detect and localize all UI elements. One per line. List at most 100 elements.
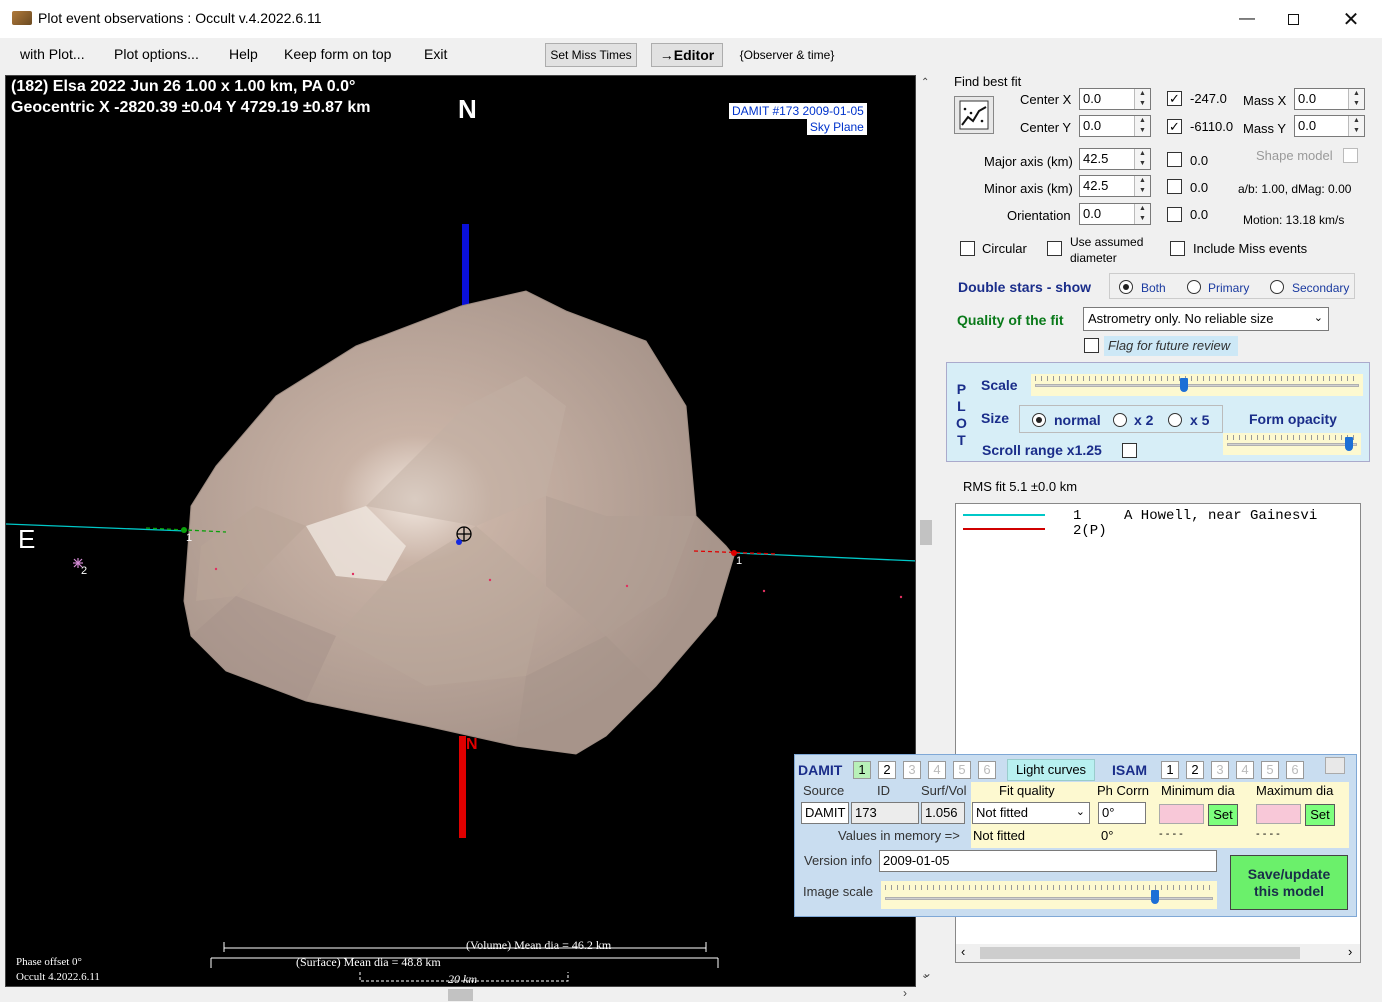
menu-help[interactable]: Help xyxy=(229,46,258,62)
plot-horizontal-scrollbar[interactable]: › xyxy=(5,986,916,1002)
ph-corrn-field[interactable]: 0° xyxy=(1098,802,1146,824)
set-miss-times-button[interactable]: Set Miss Times xyxy=(545,43,637,67)
quality-dropdown[interactable]: Astrometry only. No reliable size ⌄ xyxy=(1083,307,1329,331)
editor-button[interactable]: →Editor xyxy=(651,43,723,67)
max-dia-field[interactable] xyxy=(1256,804,1301,824)
observer-1-color xyxy=(963,514,1045,516)
isam-model-5[interactable]: 5 xyxy=(1261,761,1279,779)
major-axis-checkbox[interactable] xyxy=(1167,152,1182,167)
scale-label: Scale xyxy=(981,377,1018,393)
radio-x2[interactable] xyxy=(1113,413,1127,427)
radio-x2-label: x 2 xyxy=(1134,412,1154,428)
min-dia-field[interactable] xyxy=(1159,804,1204,824)
radio-normal[interactable] xyxy=(1032,413,1046,427)
occult-version: Occult 4.2022.6.11 xyxy=(16,971,100,983)
chart-icon xyxy=(959,100,989,130)
form-opacity-slider-thumb[interactable] xyxy=(1345,437,1353,451)
damit-panel-toggle[interactable] xyxy=(1325,757,1345,774)
find-best-fit-button[interactable] xyxy=(954,96,994,134)
volume-mean-dia: (Volume) Mean dia = 46.2 km xyxy=(466,938,612,952)
scroll-right-icon[interactable]: › xyxy=(1348,944,1352,959)
minor-axis-checkbox[interactable] xyxy=(1167,179,1182,194)
radio-primary[interactable] xyxy=(1187,280,1201,294)
form-opacity-slider[interactable] xyxy=(1223,433,1361,455)
center-y-field[interactable]: 0.0 ▲ ▼ xyxy=(1079,115,1151,137)
isam-model-4[interactable]: 4 xyxy=(1236,761,1254,779)
isam-model-3[interactable]: 3 xyxy=(1211,761,1229,779)
include-miss-label: Include Miss events xyxy=(1193,241,1308,256)
light-curves-button[interactable]: Light curves xyxy=(1007,759,1095,781)
damit-model-4[interactable]: 4 xyxy=(928,761,946,779)
list-horizontal-scrollbar[interactable]: ‹ › xyxy=(956,944,1360,962)
isam-model-2[interactable]: 2 xyxy=(1186,761,1204,779)
minor-axis-fit-value: 0.0 xyxy=(1190,180,1209,195)
orientation-field[interactable]: 0.0 ▲ ▼ xyxy=(1079,203,1151,225)
save-update-model-button[interactable]: Save/update this model xyxy=(1230,855,1348,910)
plot-header-line2: Geocentric X -2820.39 ±0.04 Y 4729.19 ±0… xyxy=(11,99,371,116)
image-scale-slider[interactable] xyxy=(881,881,1217,909)
damit-model-2[interactable]: 2 xyxy=(878,761,896,779)
orientation-checkbox[interactable] xyxy=(1167,207,1182,222)
scroll-left-icon[interactable]: ‹ xyxy=(961,944,965,959)
plot-header-line1: (182) Elsa 2022 Jun 26 1.00 x 1.00 km, P… xyxy=(11,78,356,95)
minimize-button[interactable]: — xyxy=(1224,0,1270,38)
shape-model-checkbox[interactable] xyxy=(1343,148,1358,163)
orientation-fit-value: 0.0 xyxy=(1190,207,1209,222)
radio-both[interactable] xyxy=(1119,280,1133,294)
close-button[interactable]: ✕ xyxy=(1328,0,1374,38)
damit-model-6[interactable]: 6 xyxy=(978,761,996,779)
version-info-field[interactable]: 2009-01-05 xyxy=(879,850,1217,872)
scroll-range-checkbox[interactable] xyxy=(1122,443,1137,458)
max-dia-set-button[interactable]: Set xyxy=(1305,804,1335,826)
image-scale-slider-thumb[interactable] xyxy=(1151,890,1159,904)
surfvol-field[interactable]: 1.056 xyxy=(921,802,965,824)
flag-review-checkbox[interactable] xyxy=(1084,338,1099,353)
use-assumed-checkbox[interactable] xyxy=(1047,241,1062,256)
damit-model-5[interactable]: 5 xyxy=(953,761,971,779)
center-x-field[interactable]: 0.0 ▲ ▼ xyxy=(1079,88,1151,110)
damit-sky-plane-label: DAMIT #173 2009-01-05 Sky Plane xyxy=(729,103,867,135)
fit-quality-dropdown[interactable]: Not fitted ⌄ xyxy=(972,802,1090,824)
mass-y-label: Mass Y xyxy=(1243,121,1287,136)
id-field[interactable]: 173 xyxy=(851,802,919,824)
radio-normal-label: normal xyxy=(1054,412,1101,428)
center-x-checkbox[interactable]: ✓ xyxy=(1167,91,1182,106)
chord-label-left: 1 xyxy=(186,532,193,544)
menu-exit[interactable]: Exit xyxy=(424,46,447,62)
observer-time-button[interactable]: {Observer & time} xyxy=(733,43,841,67)
damit-model-3[interactable]: 3 xyxy=(903,761,921,779)
panel-scroll-down-icon[interactable]: ⌄ xyxy=(922,966,932,980)
scale-slider[interactable] xyxy=(1031,374,1363,396)
damit-model-1[interactable]: 1 xyxy=(853,761,871,779)
mass-x-field[interactable]: 0.0 ▲ ▼ xyxy=(1294,88,1365,110)
use-assumed-label: Use assumed diameter xyxy=(1070,235,1144,265)
menu-plot-options[interactable]: Plot options... xyxy=(114,46,199,62)
source-field[interactable]: DAMIT xyxy=(801,802,849,824)
radio-secondary[interactable] xyxy=(1270,280,1284,294)
plot-canvas[interactable]: (182) Elsa 2022 Jun 26 1.00 x 1.00 km, P… xyxy=(5,75,916,987)
radio-x5[interactable] xyxy=(1168,413,1182,427)
quality-label: Quality of the fit xyxy=(957,312,1064,328)
size-label: Size xyxy=(981,410,1010,426)
fit-values-area: Fit quality Ph Corrn Minimum dia Maximum… xyxy=(971,782,1349,848)
menu-keep-on-top[interactable]: Keep form on top xyxy=(284,46,391,62)
observer-2-color xyxy=(963,528,1045,530)
maximize-button[interactable] xyxy=(1270,0,1316,38)
scroll-thumb[interactable] xyxy=(920,520,932,545)
center-y-checkbox[interactable]: ✓ xyxy=(1167,119,1182,134)
id-header: ID xyxy=(877,783,890,798)
isam-model-1[interactable]: 1 xyxy=(1161,761,1179,779)
find-best-fit-label: Find best fit xyxy=(954,74,1022,89)
minor-axis-field[interactable]: 42.5 ▲ ▼ xyxy=(1079,175,1151,197)
min-dia-set-button[interactable]: Set xyxy=(1208,804,1238,826)
mass-y-field[interactable]: 0.0 ▲ ▼ xyxy=(1294,115,1365,137)
max-dia-header: Maximum dia xyxy=(1256,783,1334,798)
scale-slider-thumb[interactable] xyxy=(1180,378,1188,392)
radio-primary-label: Primary xyxy=(1208,281,1250,295)
include-miss-checkbox[interactable] xyxy=(1170,241,1185,256)
min-dia-header: Minimum dia xyxy=(1161,783,1235,798)
isam-model-6[interactable]: 6 xyxy=(1286,761,1304,779)
major-axis-field[interactable]: 42.5 ▲ ▼ xyxy=(1079,148,1151,170)
menu-with-plot[interactable]: with Plot... xyxy=(20,46,85,62)
circular-checkbox[interactable] xyxy=(960,241,975,256)
